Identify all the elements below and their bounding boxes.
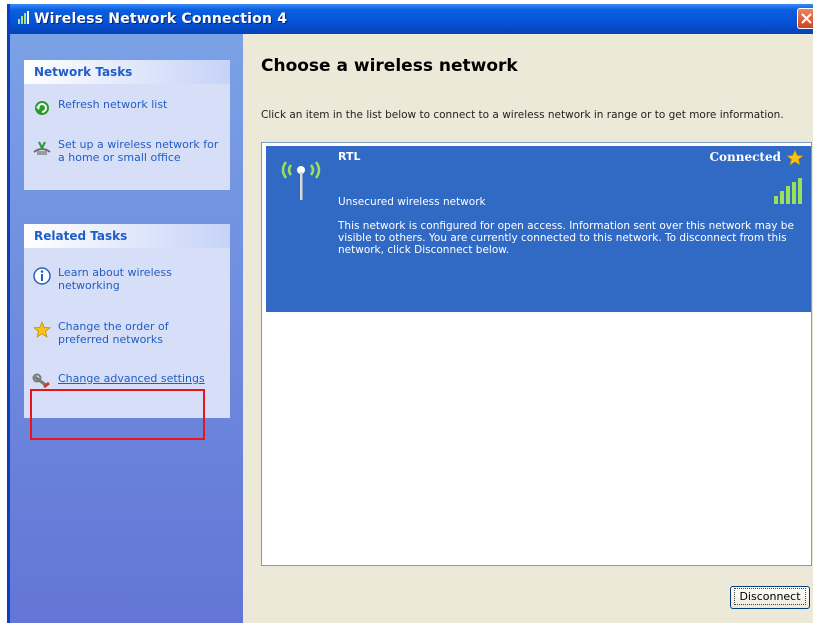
highlight-box: [30, 389, 205, 440]
info-icon: [33, 267, 51, 285]
network-security: Unsecured wireless network: [338, 196, 486, 208]
close-icon: [801, 13, 812, 24]
task-learn-wireless[interactable]: Learn about wireless networking: [32, 266, 223, 292]
page-title: Choose a wireless network: [261, 56, 518, 76]
related-tasks-header: Related Tasks: [24, 224, 230, 248]
preferred-star-icon: [786, 149, 804, 166]
task-label: Change the order of preferred networks: [58, 320, 169, 346]
wireless-setup-icon: [33, 141, 51, 155]
title-bar[interactable]: Wireless Network Connection 4: [10, 4, 813, 34]
task-setup-wireless-network[interactable]: Set up a wireless network for a home or …: [32, 138, 223, 164]
disconnect-button[interactable]: Disconnect: [730, 586, 810, 609]
disconnect-label: Disconnect: [734, 588, 806, 605]
refresh-icon: [35, 101, 49, 115]
wireless-antenna-icon: [281, 161, 321, 200]
wireless-signal-icon: [18, 11, 29, 24]
task-refresh-network-list[interactable]: Refresh network list: [32, 98, 223, 118]
window-title: Wireless Network Connection 4: [34, 11, 288, 27]
network-tasks-header: Network Tasks: [24, 60, 230, 84]
connection-status: Connected: [709, 150, 781, 164]
task-label: Refresh network list: [58, 98, 168, 111]
network-list[interactable]: RTL Connected Unsecured wireless network…: [261, 142, 812, 566]
task-label: Learn about wireless networking: [58, 266, 172, 292]
task-sidebar: Network Tasks Refresh network list Set u…: [10, 34, 243, 623]
main-panel: Choose a wireless network Click an item …: [243, 34, 813, 623]
network-details: This network is configured for open acce…: [338, 220, 794, 256]
network-tasks-panel: Network Tasks Refresh network list Set u…: [24, 60, 230, 190]
page-description: Click an item in the list below to conne…: [261, 109, 784, 121]
task-label: Set up a wireless network for a home or …: [58, 138, 219, 164]
task-change-network-order[interactable]: Change the order of preferred networks: [32, 320, 223, 346]
wireless-connection-window: Wireless Network Connection 4 Network Ta…: [7, 4, 813, 623]
close-button[interactable]: [797, 8, 813, 29]
signal-strength-icon: [774, 178, 802, 204]
network-name: RTL: [338, 150, 361, 163]
star-icon: [33, 321, 51, 338]
network-item-rtl[interactable]: RTL Connected Unsecured wireless network…: [266, 146, 811, 312]
